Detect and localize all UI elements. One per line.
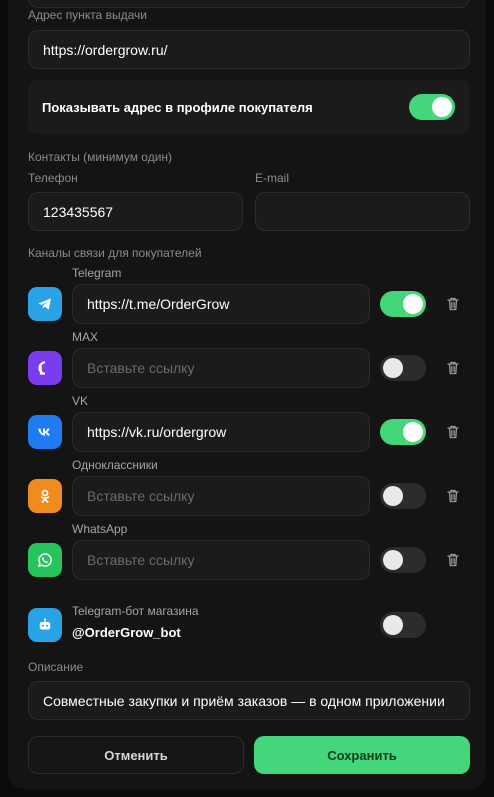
phone-input[interactable]: 123435567 xyxy=(28,192,243,231)
show-address-row: Показывать адрес в профиле покупателя xyxy=(28,80,470,134)
channel-toggle-vk[interactable] xyxy=(380,419,426,445)
previous-field-edge xyxy=(28,0,470,8)
toggle-knob xyxy=(432,97,452,117)
email-label: E-mail xyxy=(255,171,290,185)
trash-icon[interactable] xyxy=(445,424,461,440)
description-input[interactable]: Совместные закупки и приём заказов — в о… xyxy=(28,681,470,720)
show-address-toggle[interactable] xyxy=(409,94,455,120)
channel-input-vk[interactable]: https://vk.ru/ordergrow xyxy=(72,412,370,452)
toggle-knob xyxy=(383,550,403,570)
pickup-address-input[interactable]: https://ordergrow.ru/ xyxy=(28,30,470,69)
bot-toggle[interactable] xyxy=(380,612,426,638)
save-button[interactable]: Сохранить xyxy=(254,736,470,774)
channel-name-telegram: Telegram xyxy=(72,266,122,280)
toggle-knob xyxy=(383,615,403,635)
channel-input-whatsapp[interactable]: Вставьте ссылку xyxy=(72,540,370,580)
vk-icon xyxy=(28,415,62,449)
channel-toggle-whatsapp[interactable] xyxy=(380,547,426,573)
show-address-label: Показывать адрес в профиле покупателя xyxy=(42,99,313,115)
channel-toggle-max[interactable] xyxy=(380,355,426,381)
odnoklassniki-icon xyxy=(28,479,62,513)
cancel-button[interactable]: Отменить xyxy=(28,736,244,774)
toggle-knob xyxy=(403,422,423,442)
trash-icon[interactable] xyxy=(445,488,461,504)
whatsapp-icon xyxy=(28,543,62,577)
contacts-section-label: Контакты (минимум один) xyxy=(28,150,173,164)
channel-input-max[interactable]: Вставьте ссылку xyxy=(72,348,370,388)
phone-label: Телефон xyxy=(28,171,78,185)
description-label: Описание xyxy=(28,660,84,674)
bot-label: Telegram-бот магазина xyxy=(72,604,199,618)
channels-section-label: Каналы связи для покупателей xyxy=(28,246,202,260)
toggle-knob xyxy=(403,294,423,314)
trash-icon[interactable] xyxy=(445,296,461,312)
trash-icon[interactable] xyxy=(445,360,461,376)
max-icon xyxy=(28,351,62,385)
channel-toggle-odnoklassniki[interactable] xyxy=(380,483,426,509)
email-input[interactable] xyxy=(255,192,470,231)
bot-handle: @OrderGrow_bot xyxy=(72,625,181,640)
toggle-knob xyxy=(383,358,403,378)
channel-name-odnoklassniki: Одноклассники xyxy=(72,458,158,472)
pickup-address-label: Адрес пункта выдачи xyxy=(28,8,147,22)
channel-name-vk: VK xyxy=(72,394,89,408)
bot-icon xyxy=(28,608,62,642)
toggle-knob xyxy=(383,486,403,506)
channel-name-max: MAX xyxy=(72,330,99,344)
channel-input-telegram[interactable]: https://t.me/OrderGrow xyxy=(72,284,370,324)
telegram-icon xyxy=(28,287,62,321)
channel-name-whatsapp: WhatsApp xyxy=(72,522,128,536)
trash-icon[interactable] xyxy=(445,552,461,568)
channel-input-odnoklassniki[interactable]: Вставьте ссылку xyxy=(72,476,370,516)
channel-toggle-telegram[interactable] xyxy=(380,291,426,317)
